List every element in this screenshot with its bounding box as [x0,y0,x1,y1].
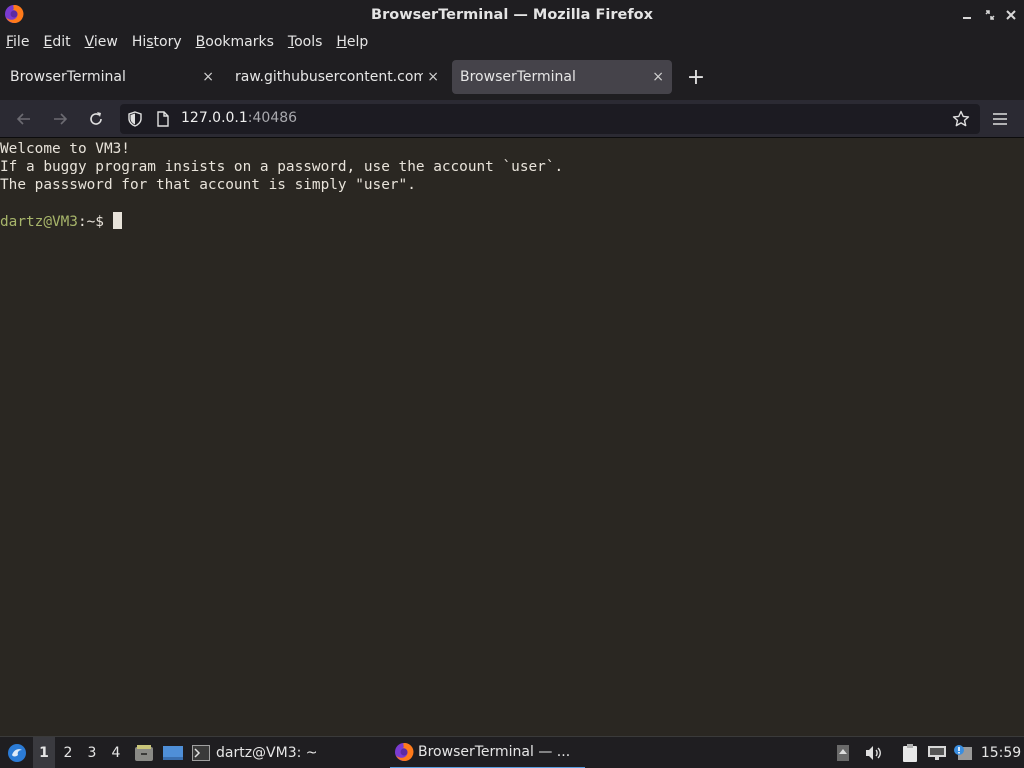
volume-icon[interactable] [862,737,884,768]
task-label: dartz@VM3: ~ [216,745,318,761]
reload-icon [90,112,102,125]
back-arrow-icon [16,113,30,125]
menu-edit[interactable]: Edit [43,34,70,50]
tab-raw-githubusercontent[interactable]: raw.githubusercontent.com/ × [227,60,447,94]
close-window-button[interactable] [1000,0,1022,29]
url-text: 127.0.0.1:40486 [181,110,298,126]
terminal-cursor [112,212,122,229]
window-titlebar: BrowserTerminal — Mozilla Firefox [0,0,1024,29]
terminal-prompt-line[interactable]: dartz@VM3:~$ [0,212,1024,230]
maximize-button[interactable] [979,0,1001,29]
workspace-4[interactable]: 4 [105,737,127,768]
clock[interactable]: 15:59 [980,737,1022,768]
taskbar: 1 2 3 4 dartz@VM3: ~ BrowserTerminal — .… [0,736,1024,768]
workspace-3[interactable]: 3 [81,737,103,768]
tab-close-icon[interactable]: × [202,69,214,85]
menu-bookmarks[interactable]: Bookmarks [196,34,274,50]
new-tab-button[interactable]: + [684,63,708,91]
app-menu-button[interactable] [986,105,1014,133]
hamburger-menu-icon [993,113,1007,125]
menu-history[interactable]: History [132,34,182,50]
terminal-line: The passsword for that account is simply… [0,177,416,193]
workspace-1[interactable]: 1 [33,737,55,768]
notification-icon[interactable] [952,737,974,768]
menu-help[interactable]: Help [336,34,368,50]
file-manager-launcher[interactable] [133,737,155,768]
tab-close-icon[interactable]: × [652,69,664,85]
terminal-output[interactable]: Welcome to VM3! If a buggy program insis… [0,139,1024,735]
clipboard-icon[interactable] [899,737,921,768]
terminal-line: Welcome to VM3! [0,141,130,157]
taskbar-task-firefox[interactable]: BrowserTerminal — ... [390,737,585,768]
tab-browserterminal-active[interactable]: BrowserTerminal × [452,60,672,94]
tab-label: raw.githubusercontent.com/ [235,69,423,85]
back-button[interactable] [10,105,38,133]
star-icon [952,110,970,127]
bookmark-star-button[interactable] [947,105,975,133]
reload-button[interactable] [82,105,110,133]
firefox-icon [4,4,24,24]
shield-icon[interactable] [127,111,143,131]
terminal-icon [192,745,210,761]
network-icon[interactable] [926,737,948,768]
tab-close-icon[interactable]: × [427,69,439,85]
menu-tools[interactable]: Tools [288,34,323,50]
tab-label: BrowserTerminal [10,69,126,85]
prompt-path: :~$ [77,214,113,230]
workspace-2[interactable]: 2 [57,737,79,768]
tab-browserterminal-1[interactable]: BrowserTerminal × [2,60,222,94]
file-cabinet-icon [135,745,153,761]
prompt-user: dartz@VM3 [0,214,78,230]
forward-button[interactable] [46,105,74,133]
forward-arrow-icon [54,113,68,125]
window-title: BrowserTerminal — Mozilla Firefox [371,6,653,23]
menu-file[interactable]: File [6,34,29,50]
page-info-icon[interactable] [156,111,170,131]
menu-bar: File Edit View History Bookmarks Tools H… [0,29,1024,54]
tray-scroll-up-icon[interactable] [834,737,852,768]
menu-view[interactable]: View [85,34,118,50]
url-bar[interactable]: 127.0.0.1:40486 [120,104,980,134]
task-label: BrowserTerminal — ... [418,744,571,760]
distro-logo-icon [8,744,26,762]
terminal-line: If a buggy program insists on a password… [0,159,564,175]
start-menu-button[interactable] [4,737,30,768]
desktop-icon [163,746,183,760]
tab-strip: BrowserTerminal × raw.githubusercontent.… [0,54,1024,100]
tab-label: BrowserTerminal [460,69,576,85]
taskbar-task-terminal[interactable]: dartz@VM3: ~ [192,737,382,768]
minimize-button[interactable] [956,0,978,29]
show-desktop-button[interactable] [161,737,185,768]
navigation-toolbar: 127.0.0.1:40486 [0,100,1024,138]
firefox-icon [395,742,414,761]
